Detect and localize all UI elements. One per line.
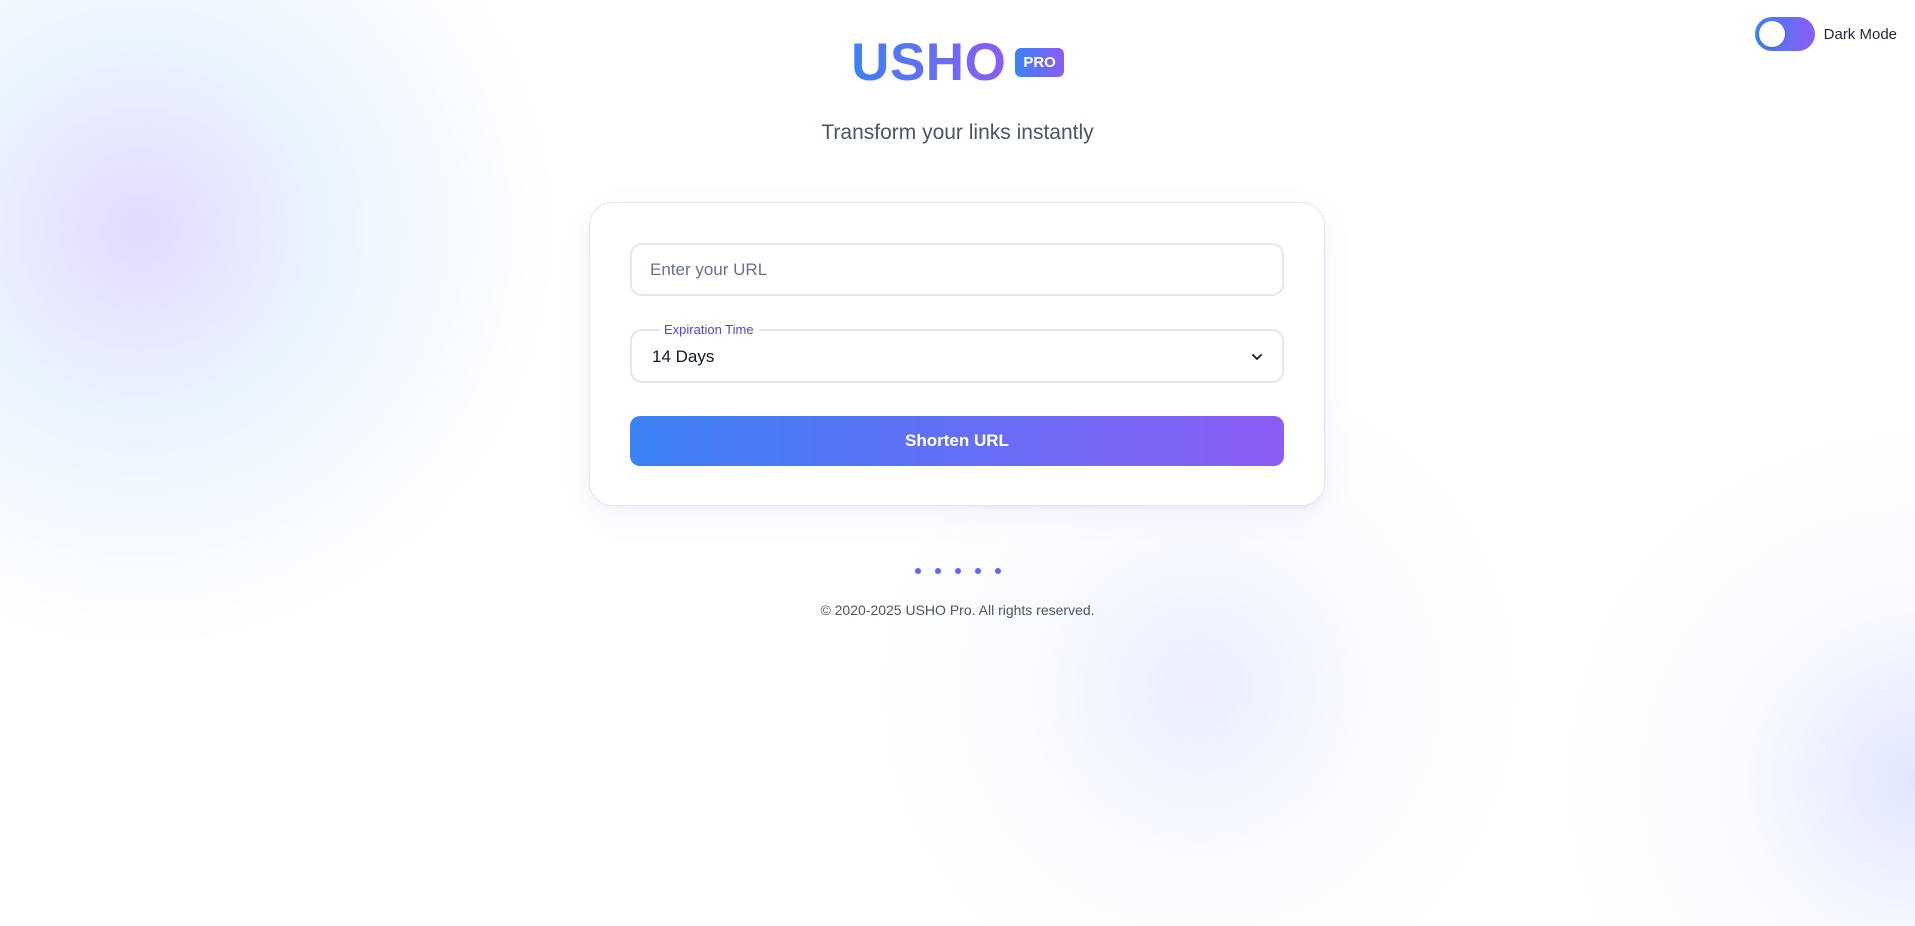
page-header: USHO PRO Transform your links instantly: [0, 36, 1915, 145]
dot: [914, 568, 921, 574]
chevron-down-icon: [1252, 354, 1262, 360]
logo: USHO: [851, 33, 1007, 92]
footer-copyright: © 2020-2025 USHO Pro. All rights reserve…: [820, 602, 1095, 618]
expiration-select[interactable]: 14 Days: [630, 329, 1284, 383]
loading-dots: [0, 568, 1915, 574]
pro-badge: PRO: [1015, 48, 1064, 77]
dot: [934, 568, 941, 574]
dot: [974, 568, 981, 574]
expiration-label: Expiration Time: [660, 323, 758, 336]
logo-row: USHO PRO: [851, 36, 1064, 89]
page-subtitle: Transform your links instantly: [821, 121, 1094, 144]
expiration-select-wrapper: Expiration Time 14 Days: [630, 323, 1284, 383]
dot: [954, 568, 961, 574]
dot: [994, 568, 1001, 574]
expiration-selected-value: 14 Days: [652, 347, 715, 366]
url-input[interactable]: [630, 243, 1284, 296]
shorten-form-card: Expiration Time 14 Days Shorten URL: [589, 202, 1325, 506]
shorten-url-button[interactable]: Shorten URL: [630, 416, 1284, 466]
